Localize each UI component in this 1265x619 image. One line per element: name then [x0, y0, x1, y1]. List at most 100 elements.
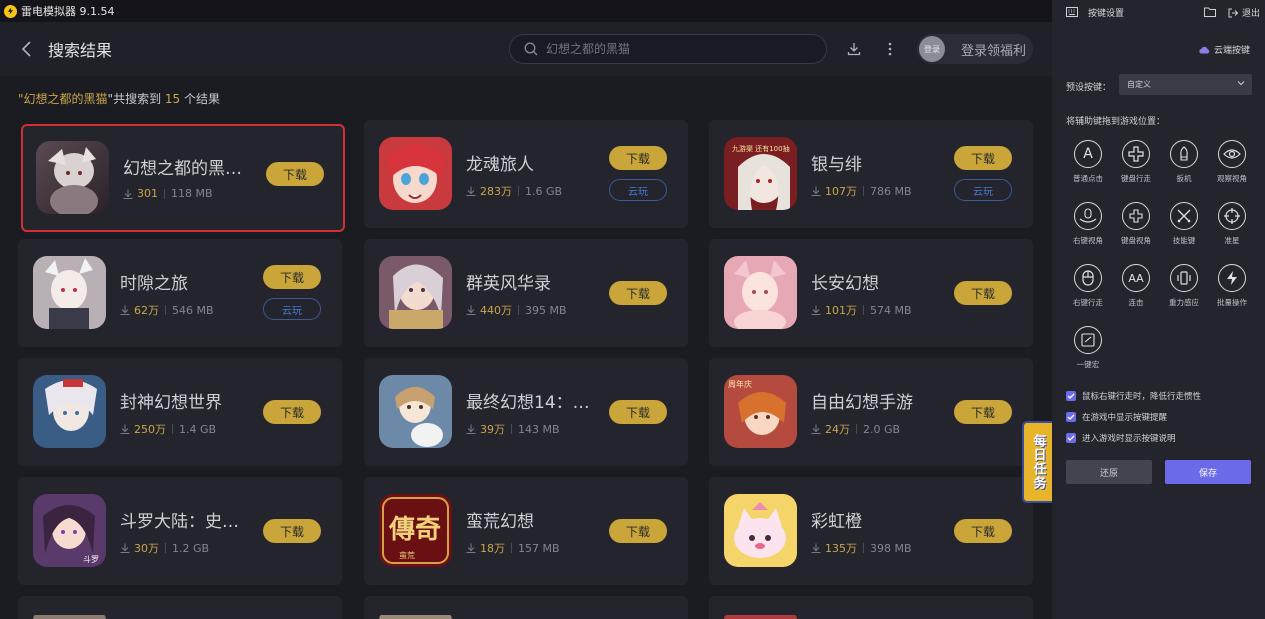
- key-right-click-walk[interactable]: 右键行走: [1066, 264, 1110, 320]
- download-count-icon: [811, 186, 821, 196]
- key-observe-view[interactable]: 观察视角: [1210, 140, 1254, 196]
- download-count-icon: [811, 424, 821, 434]
- save-button[interactable]: 保存: [1165, 460, 1251, 484]
- download-count: 101万: [825, 304, 857, 317]
- download-button[interactable]: 下载: [954, 400, 1012, 424]
- preset-label: 预设按键：: [1066, 83, 1112, 93]
- search-icon: [524, 42, 538, 56]
- download-count: 135万: [825, 542, 857, 555]
- more-menu-button[interactable]: [881, 40, 899, 58]
- download-button[interactable]: 下载: [263, 265, 321, 289]
- game-card[interactable]: 周年庆 自由幻想手游 24万 2.0 GB 下载: [709, 358, 1033, 466]
- option-reduce-walk-inertia[interactable]: 鼠标右键行走时，降低行走惯性: [1066, 385, 1201, 406]
- exit-button[interactable]: 退出: [1228, 6, 1260, 19]
- back-button[interactable]: [16, 38, 38, 60]
- bullet-icon: [1170, 140, 1198, 168]
- checkbox-checked-icon[interactable]: [1066, 432, 1076, 443]
- game-name: 自由幻想手游: [811, 393, 913, 413]
- chevron-down-icon: [1237, 81, 1245, 86]
- svg-text:傳奇: 傳奇: [388, 515, 441, 545]
- download-button[interactable]: 下载: [609, 519, 667, 543]
- key-keyboard-walk[interactable]: 键盘行走: [1114, 140, 1158, 196]
- checkbox-checked-icon[interactable]: [1066, 390, 1076, 401]
- cloud-icon: [1199, 46, 1210, 53]
- checkbox-checked-icon[interactable]: [1066, 411, 1076, 422]
- file-size: 1.4 GB: [179, 422, 217, 436]
- download-button[interactable]: 下载: [954, 146, 1012, 170]
- game-card[interactable]: 群英风华录 440万 395 MB 下载: [364, 239, 688, 347]
- download-button[interactable]: 下载: [609, 281, 667, 305]
- search-keyword: 幻想之都的黑猫: [23, 92, 108, 106]
- result-count: 15: [164, 92, 181, 106]
- keyboard-icon: [1066, 7, 1078, 17]
- lightning-icon: [1218, 264, 1246, 292]
- app-title: 雷电模拟器 9.1.54: [21, 5, 115, 18]
- login-button[interactable]: 登录 登录领福利: [917, 34, 1033, 64]
- download-button[interactable]: 下载: [609, 146, 667, 170]
- cloud-keys-button[interactable]: 云端按键: [1198, 43, 1250, 56]
- game-name: 最终幻想14：…: [466, 393, 590, 413]
- key-skill[interactable]: 技能键: [1162, 202, 1206, 258]
- key-crosshair[interactable]: 准星: [1210, 202, 1254, 258]
- game-card[interactable]: [18, 596, 342, 619]
- game-card[interactable]: 龙魂旅人 283万 1.6 GB 下载 云玩: [364, 120, 688, 228]
- key-keyboard-view[interactable]: 键盘视角: [1114, 202, 1158, 258]
- download-count: 30万: [134, 542, 159, 555]
- game-card[interactable]: [709, 596, 1033, 619]
- game-card[interactable]: [364, 596, 688, 619]
- download-button[interactable]: 下载: [263, 519, 321, 543]
- option-show-key-guide[interactable]: 进入游戏时显示按键说明: [1066, 427, 1201, 448]
- download-button[interactable]: 下载: [263, 400, 321, 424]
- game-name: 斗罗大陆：史…: [120, 512, 239, 532]
- game-card[interactable]: 傳奇 蛮荒 蛮荒幻想 18万 157 MB 下载: [364, 477, 688, 585]
- title-bar: 雷电模拟器 9.1.54: [0, 0, 1052, 22]
- game-card[interactable]: 最终幻想14：… 39万 143 MB 下载: [364, 358, 688, 466]
- preset-select[interactable]: 自定义: [1119, 74, 1252, 95]
- game-card[interactable]: 长安幻想 101万 574 MB 下载: [709, 239, 1033, 347]
- download-count-icon: [123, 189, 133, 199]
- download-button[interactable]: 下载: [954, 519, 1012, 543]
- download-button[interactable]: 下载: [609, 400, 667, 424]
- game-icon: [724, 494, 797, 567]
- more-vertical-icon: [888, 42, 892, 56]
- key-normal-click[interactable]: A 普通点击: [1066, 140, 1110, 196]
- key-macro[interactable]: 一键宏: [1066, 326, 1110, 382]
- file-size: 398 MB: [870, 541, 912, 555]
- key-combo[interactable]: AA 连击: [1114, 264, 1158, 320]
- download-count: 440万: [480, 304, 512, 317]
- download-manager-button[interactable]: [845, 40, 863, 58]
- download-count: 39万: [480, 423, 505, 436]
- avatar: 登录: [919, 36, 945, 62]
- double-a-icon: AA: [1122, 264, 1150, 292]
- game-card[interactable]: 封神幻想世界 250万 1.4 GB 下载: [18, 358, 342, 466]
- key-batch-operation[interactable]: 批量操作: [1210, 264, 1254, 320]
- search-input[interactable]: [546, 42, 806, 56]
- game-name: 群英风华录: [466, 274, 551, 294]
- cloud-play-button[interactable]: 云玩: [609, 179, 667, 201]
- game-icon: 斗罗: [33, 494, 106, 567]
- download-button[interactable]: 下载: [954, 281, 1012, 305]
- option-show-key-hints[interactable]: 在游戏中显示按键提醒: [1066, 406, 1201, 427]
- cloud-play-button[interactable]: 云玩: [954, 179, 1012, 201]
- cloud-play-button[interactable]: 云玩: [263, 298, 321, 320]
- game-card[interactable]: 彩虹橙 135万 398 MB 下载: [709, 477, 1033, 585]
- restore-button[interactable]: 还原: [1066, 460, 1152, 484]
- game-name: 封神幻想世界: [120, 393, 222, 413]
- rotate-dpad-icon: [1122, 202, 1150, 230]
- game-card[interactable]: 九游渠 还有100抽 银与绯 107万 786 MB 下载 云玩: [709, 120, 1033, 228]
- key-gravity-sensor[interactable]: 重力感应: [1162, 264, 1206, 320]
- daily-task-banner[interactable]: 每日任务: [1022, 421, 1052, 503]
- key-trigger[interactable]: 扳机: [1162, 140, 1206, 196]
- crosshair-icon: [1218, 202, 1246, 230]
- folder-icon[interactable]: [1204, 7, 1216, 17]
- search-box[interactable]: [509, 34, 827, 64]
- download-button[interactable]: 下载: [266, 162, 324, 186]
- download-count: 301: [137, 187, 158, 200]
- game-card[interactable]: 时隙之旅 62万 546 MB 下载 云玩: [18, 239, 342, 347]
- download-count-icon: [466, 186, 476, 196]
- svg-text:周年庆: 周年庆: [728, 379, 752, 389]
- key-right-click-view[interactable]: 右键视角: [1066, 202, 1110, 258]
- game-card[interactable]: 斗罗 斗罗大陆：史… 30万 1.2 GB 下载: [18, 477, 342, 585]
- game-card[interactable]: 幻想之都的黑… 301 118 MB 下载: [21, 124, 345, 232]
- download-count-icon: [811, 543, 821, 553]
